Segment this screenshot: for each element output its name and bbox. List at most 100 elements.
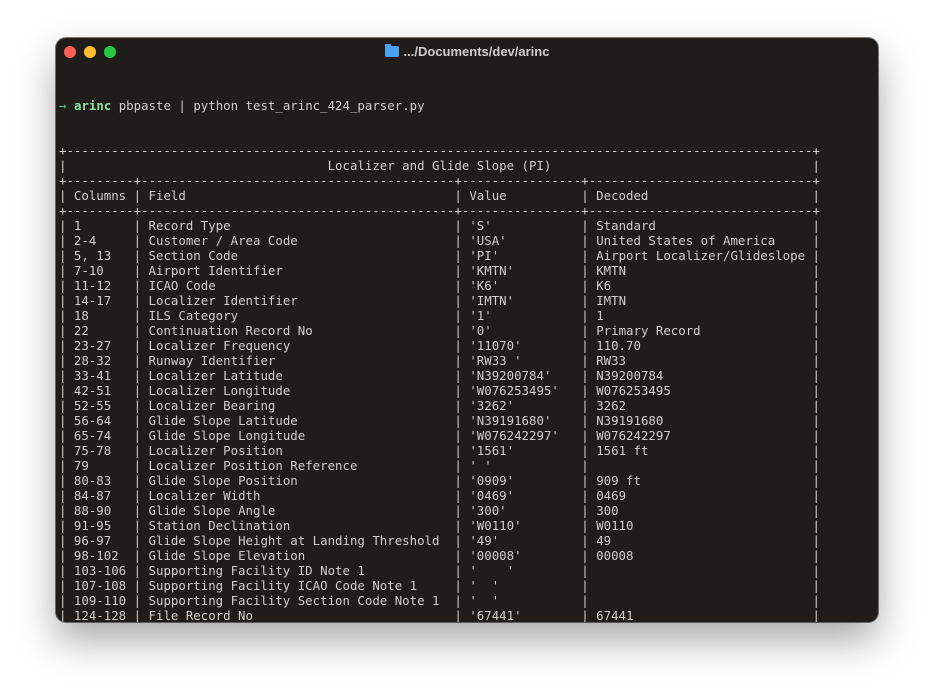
table-cell: 96-97 <box>73 533 112 548</box>
table-cell: ' ' <box>469 563 515 578</box>
table-row: | 88-90 | Glide Slope Angle | '300' | 30… <box>59 503 820 518</box>
table-cell: Glide Slope Angle <box>148 503 276 518</box>
window-title: .../Documents/dev/arinc <box>56 44 878 59</box>
table-cell: 909 ft <box>596 473 641 488</box>
table-title: Localizer and Glide Slope (PI) <box>327 158 552 173</box>
table-cell: 49 <box>596 533 612 548</box>
table-cell: '00008' <box>469 548 522 563</box>
table-cell: 1 <box>73 218 82 233</box>
table-cell: 75-78 <box>73 443 112 458</box>
table-cell: ' ' <box>469 458 492 473</box>
table-cell: '0469' <box>469 488 515 503</box>
table-row: | 80-83 | Glide Slope Position | '0909' … <box>59 473 820 488</box>
table-cell: 52-55 <box>73 398 112 413</box>
table-cell: Glide Slope Height at Landing Threshold <box>148 533 440 548</box>
table-cell: Glide Slope Longitude <box>148 428 306 443</box>
table-cell: 'RW33 ' <box>469 353 522 368</box>
table-cell: 80-83 <box>73 473 112 488</box>
table-cell: '11070' <box>469 338 522 353</box>
table-cell: '300' <box>469 503 507 518</box>
table-cell: 28-32 <box>73 353 112 368</box>
parsed-record-table: +---------------------------------------… <box>59 143 820 622</box>
table-cell: Localizer Position Reference <box>148 458 358 473</box>
table-row: | 79 | Localizer Position Reference | ' … <box>59 458 820 473</box>
table-row: | 75-78 | Localizer Position | '1561' | … <box>59 443 820 458</box>
table-cell: Standard <box>596 218 656 233</box>
column-header: Value <box>469 188 507 203</box>
table-row: | 109-110 | Supporting Facility Section … <box>59 593 820 608</box>
table-cell: N39200784 <box>596 368 664 383</box>
table-cell: Supporting Facility Section Code Note 1 <box>148 593 440 608</box>
table-cell: IMTN <box>596 293 627 308</box>
table-border: +---------+-----------------------------… <box>59 173 820 188</box>
table-row: | 103-106 | Supporting Facility ID Note … <box>59 563 820 578</box>
table-cell: 18 <box>73 308 89 323</box>
table-cell: W076242297 <box>596 428 671 443</box>
table-cell: Localizer Position <box>148 443 283 458</box>
table-cell: '0' <box>469 323 492 338</box>
table-row: | 22 | Continuation Record No | '0' | Pr… <box>59 323 820 338</box>
command-text: pbpaste | python test_arinc_424_parser.p… <box>118 98 425 113</box>
table-cell: 'PI' <box>469 248 500 263</box>
table-row: | 28-32 | Runway Identifier | 'RW33 ' | … <box>59 353 820 368</box>
terminal-window: .../Documents/dev/arinc → arinc pbpaste … <box>56 38 878 622</box>
table-row: | 11-12 | ICAO Code | 'K6' | K6 | <box>59 278 820 293</box>
table-row: | 124-128 | File Record No | '67441' | 6… <box>59 608 820 622</box>
table-cell: Localizer Frequency <box>148 338 291 353</box>
table-row: | 7-10 | Airport Identifier | 'KMTN' | K… <box>59 263 820 278</box>
terminal-output[interactable]: → arinc pbpaste | python test_arinc_424_… <box>59 68 820 622</box>
table-row: | 96-97 | Glide Slope Height at Landing … <box>59 533 820 548</box>
table-cell: United States of America <box>596 233 776 248</box>
table-cell: 23-27 <box>73 338 112 353</box>
table-header-row: | Columns | Field | Value | Decoded | <box>59 188 820 203</box>
column-header: Columns <box>73 188 127 203</box>
table-cell: '1561' <box>469 443 515 458</box>
table-cell: 1 <box>596 308 604 323</box>
table-border: +---------+-----------------------------… <box>59 203 820 218</box>
table-row: | 56-64 | Glide Slope Latitude | 'N39191… <box>59 413 820 428</box>
table-cell: Airport Identifier <box>148 263 283 278</box>
table-cell: Station Declination <box>148 518 291 533</box>
table-row: | 1 | Record Type | 'S' | Standard | <box>59 218 820 233</box>
table-cell: 'USA' <box>469 233 507 248</box>
table-row: | 98-102 | Glide Slope Elevation | '0000… <box>59 548 820 563</box>
table-cell: 0469 <box>596 488 627 503</box>
table-cell: 84-87 <box>73 488 112 503</box>
table-cell: 14-17 <box>73 293 112 308</box>
table-cell: 00008 <box>596 548 634 563</box>
table-cell: W076253495 <box>596 383 671 398</box>
table-cell: 56-64 <box>73 413 112 428</box>
table-cell: Localizer Width <box>148 488 261 503</box>
table-cell: Record Type <box>148 218 231 233</box>
table-cell: 67441 <box>596 608 634 622</box>
table-cell: 'K6' <box>469 278 500 293</box>
table-row: | 91-95 | Station Declination | 'W0110' … <box>59 518 820 533</box>
window-title-text: .../Documents/dev/arinc <box>403 44 550 59</box>
table-cell: Supporting Facility ICAO Code Note 1 <box>148 578 418 593</box>
table-cell: 103-106 <box>73 563 127 578</box>
table-cell: 33-41 <box>73 368 112 383</box>
table-cell: 79 <box>73 458 89 473</box>
title-bar[interactable]: .../Documents/dev/arinc <box>56 38 878 66</box>
table-cell: 109-110 <box>73 593 127 608</box>
table-cell: Customer / Area Code <box>148 233 298 248</box>
table-cell: Supporting Facility ID Note 1 <box>148 563 365 578</box>
table-row: | 23-27 | Localizer Frequency | '11070' … <box>59 338 820 353</box>
table-cell: 3262 <box>596 398 627 413</box>
table-cell: File Record No <box>148 608 253 622</box>
command-line: → arinc pbpaste | python test_arinc_424_… <box>59 98 820 113</box>
folder-icon <box>384 44 399 57</box>
prompt-cwd: arinc <box>73 98 112 113</box>
table-cell: K6 <box>596 278 612 293</box>
table-cell: '3262' <box>469 398 515 413</box>
table-cell: Localizer Latitude <box>148 368 283 383</box>
table-cell: 91-95 <box>73 518 112 533</box>
table-cell: 'IMTN' <box>469 293 515 308</box>
table-cell: 110.70 <box>596 338 641 353</box>
table-cell: 107-108 <box>73 578 127 593</box>
table-row: | 42-51 | Localizer Longitude | 'W076253… <box>59 383 820 398</box>
table-row: | 33-41 | Localizer Latitude | 'N3920078… <box>59 368 820 383</box>
table-cell: ICAO Code <box>148 278 216 293</box>
table-cell: Localizer Bearing <box>148 398 276 413</box>
table-cell: '1' <box>469 308 492 323</box>
